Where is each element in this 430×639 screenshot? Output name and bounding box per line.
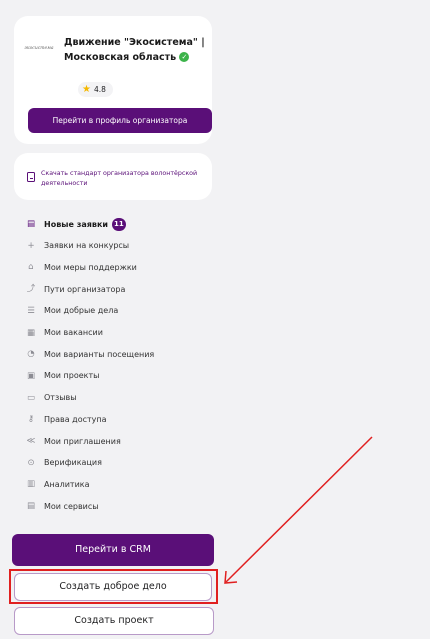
sidebar-item-label: Новые заявки <box>44 219 108 229</box>
sidebar-item-vacancies[interactable]: ▦ Мои вакансии <box>26 324 103 342</box>
organizer-card: экосистема Движение "Экосистема" | Моско… <box>14 16 212 144</box>
download-standard-card[interactable]: Скачать стандарт организатора волонтёрск… <box>14 153 212 200</box>
create-project-button[interactable]: Создать проект <box>14 607 214 635</box>
crm-button[interactable]: Перейти в CRM <box>12 534 214 566</box>
sidebar-item-label: Отзывы <box>44 393 77 403</box>
sidebar-item-label: Мои приглашения <box>44 436 121 446</box>
organizer-name-line2: Московская область <box>64 52 177 63</box>
applications-icon: ▤ <box>26 219 36 229</box>
document-download-icon <box>27 172 35 182</box>
visit-icon: ◔ <box>27 349 35 360</box>
vacancy-icon: ▦ <box>26 327 36 338</box>
share-icon: ≪ <box>26 436 36 446</box>
organizer-name: Движение "Экосистема" | Московская облас… <box>64 35 214 65</box>
plus-icon: + <box>27 240 35 251</box>
sidebar-item-label: Мои сервисы <box>44 501 99 511</box>
sidebar-item-label: Аналитика <box>44 479 90 489</box>
organizer-profile-button[interactable]: Перейти в профиль организатора <box>28 108 212 133</box>
count-badge: 11 <box>111 217 126 231</box>
sidebar-item-organizer-paths[interactable]: ⤴ Пути организатора <box>26 280 126 298</box>
sidebar-item-access-rights[interactable]: ⚷ Права доступа <box>26 410 107 428</box>
organizer-logo: экосистема <box>24 46 54 51</box>
sidebar-item-label: Мои меры поддержки <box>44 262 137 272</box>
star-icon: ★ <box>82 84 91 95</box>
list-icon: ☰ <box>27 305 35 316</box>
sidebar-item-new-applications[interactable]: ▤ Новые заявки 11 <box>26 215 126 233</box>
analytics-icon: ▥ <box>26 479 36 490</box>
arrow-head <box>224 570 238 584</box>
sidebar-item-projects[interactable]: ▣ Мои проекты <box>26 367 100 385</box>
download-standard-link[interactable]: Скачать стандарт организатора волонтёрск… <box>41 169 201 188</box>
path-icon: ⤴ <box>26 284 36 295</box>
arrow-shaft <box>225 436 373 583</box>
verify-icon: ⊙ <box>27 457 35 468</box>
sidebar-item-label: Мои вакансии <box>44 328 103 337</box>
sidebar-item-label: Мои добрые дела <box>44 306 119 316</box>
reviews-icon: ▭ <box>26 392 36 403</box>
sidebar-item-services[interactable]: ▤ Мои сервисы <box>26 497 99 515</box>
sidebar-item-label: Мои варианты посещения <box>44 349 155 359</box>
sidebar-item-good-deeds[interactable]: ☰ Мои добрые дела <box>26 302 118 320</box>
projects-icon: ▣ <box>26 370 36 381</box>
sidebar-item-visit-options[interactable]: ◔ Мои варианты посещения <box>26 345 154 363</box>
services-icon: ▤ <box>26 501 36 512</box>
sidebar-item-label: Пути организатора <box>44 284 126 294</box>
sidebar-item-support-measures[interactable]: ⌂ Мои меры поддержки <box>26 258 137 276</box>
sidebar-item-invitations[interactable]: ≪ Мои приглашения <box>26 432 121 450</box>
create-good-deed-button[interactable]: Создать доброе дело <box>14 573 212 601</box>
organizer-name-line1: Движение "Экосистема" | <box>64 37 205 48</box>
rating-value: 4.8 <box>93 85 106 94</box>
sidebar-item-label: Верификация <box>44 458 102 468</box>
sidebar-item-label: Права доступа <box>44 414 107 424</box>
key-icon: ⚷ <box>27 414 35 425</box>
sidebar-item-analytics[interactable]: ▥ Аналитика <box>26 475 90 493</box>
support-icon: ⌂ <box>28 262 34 273</box>
sidebar-item-label: Заявки на конкурсы <box>44 241 130 251</box>
sidebar-item-verification[interactable]: ⊙ Верификация <box>26 454 102 472</box>
sidebar-item-reviews[interactable]: ▭ Отзывы <box>26 389 77 407</box>
verified-icon: ✓ <box>179 52 190 62</box>
sidebar-item-label: Мои проекты <box>44 371 100 381</box>
rating-badge: ★ 4.8 <box>78 82 113 97</box>
sidebar-item-contest-applications[interactable]: + Заявки на конкурсы <box>26 237 129 255</box>
